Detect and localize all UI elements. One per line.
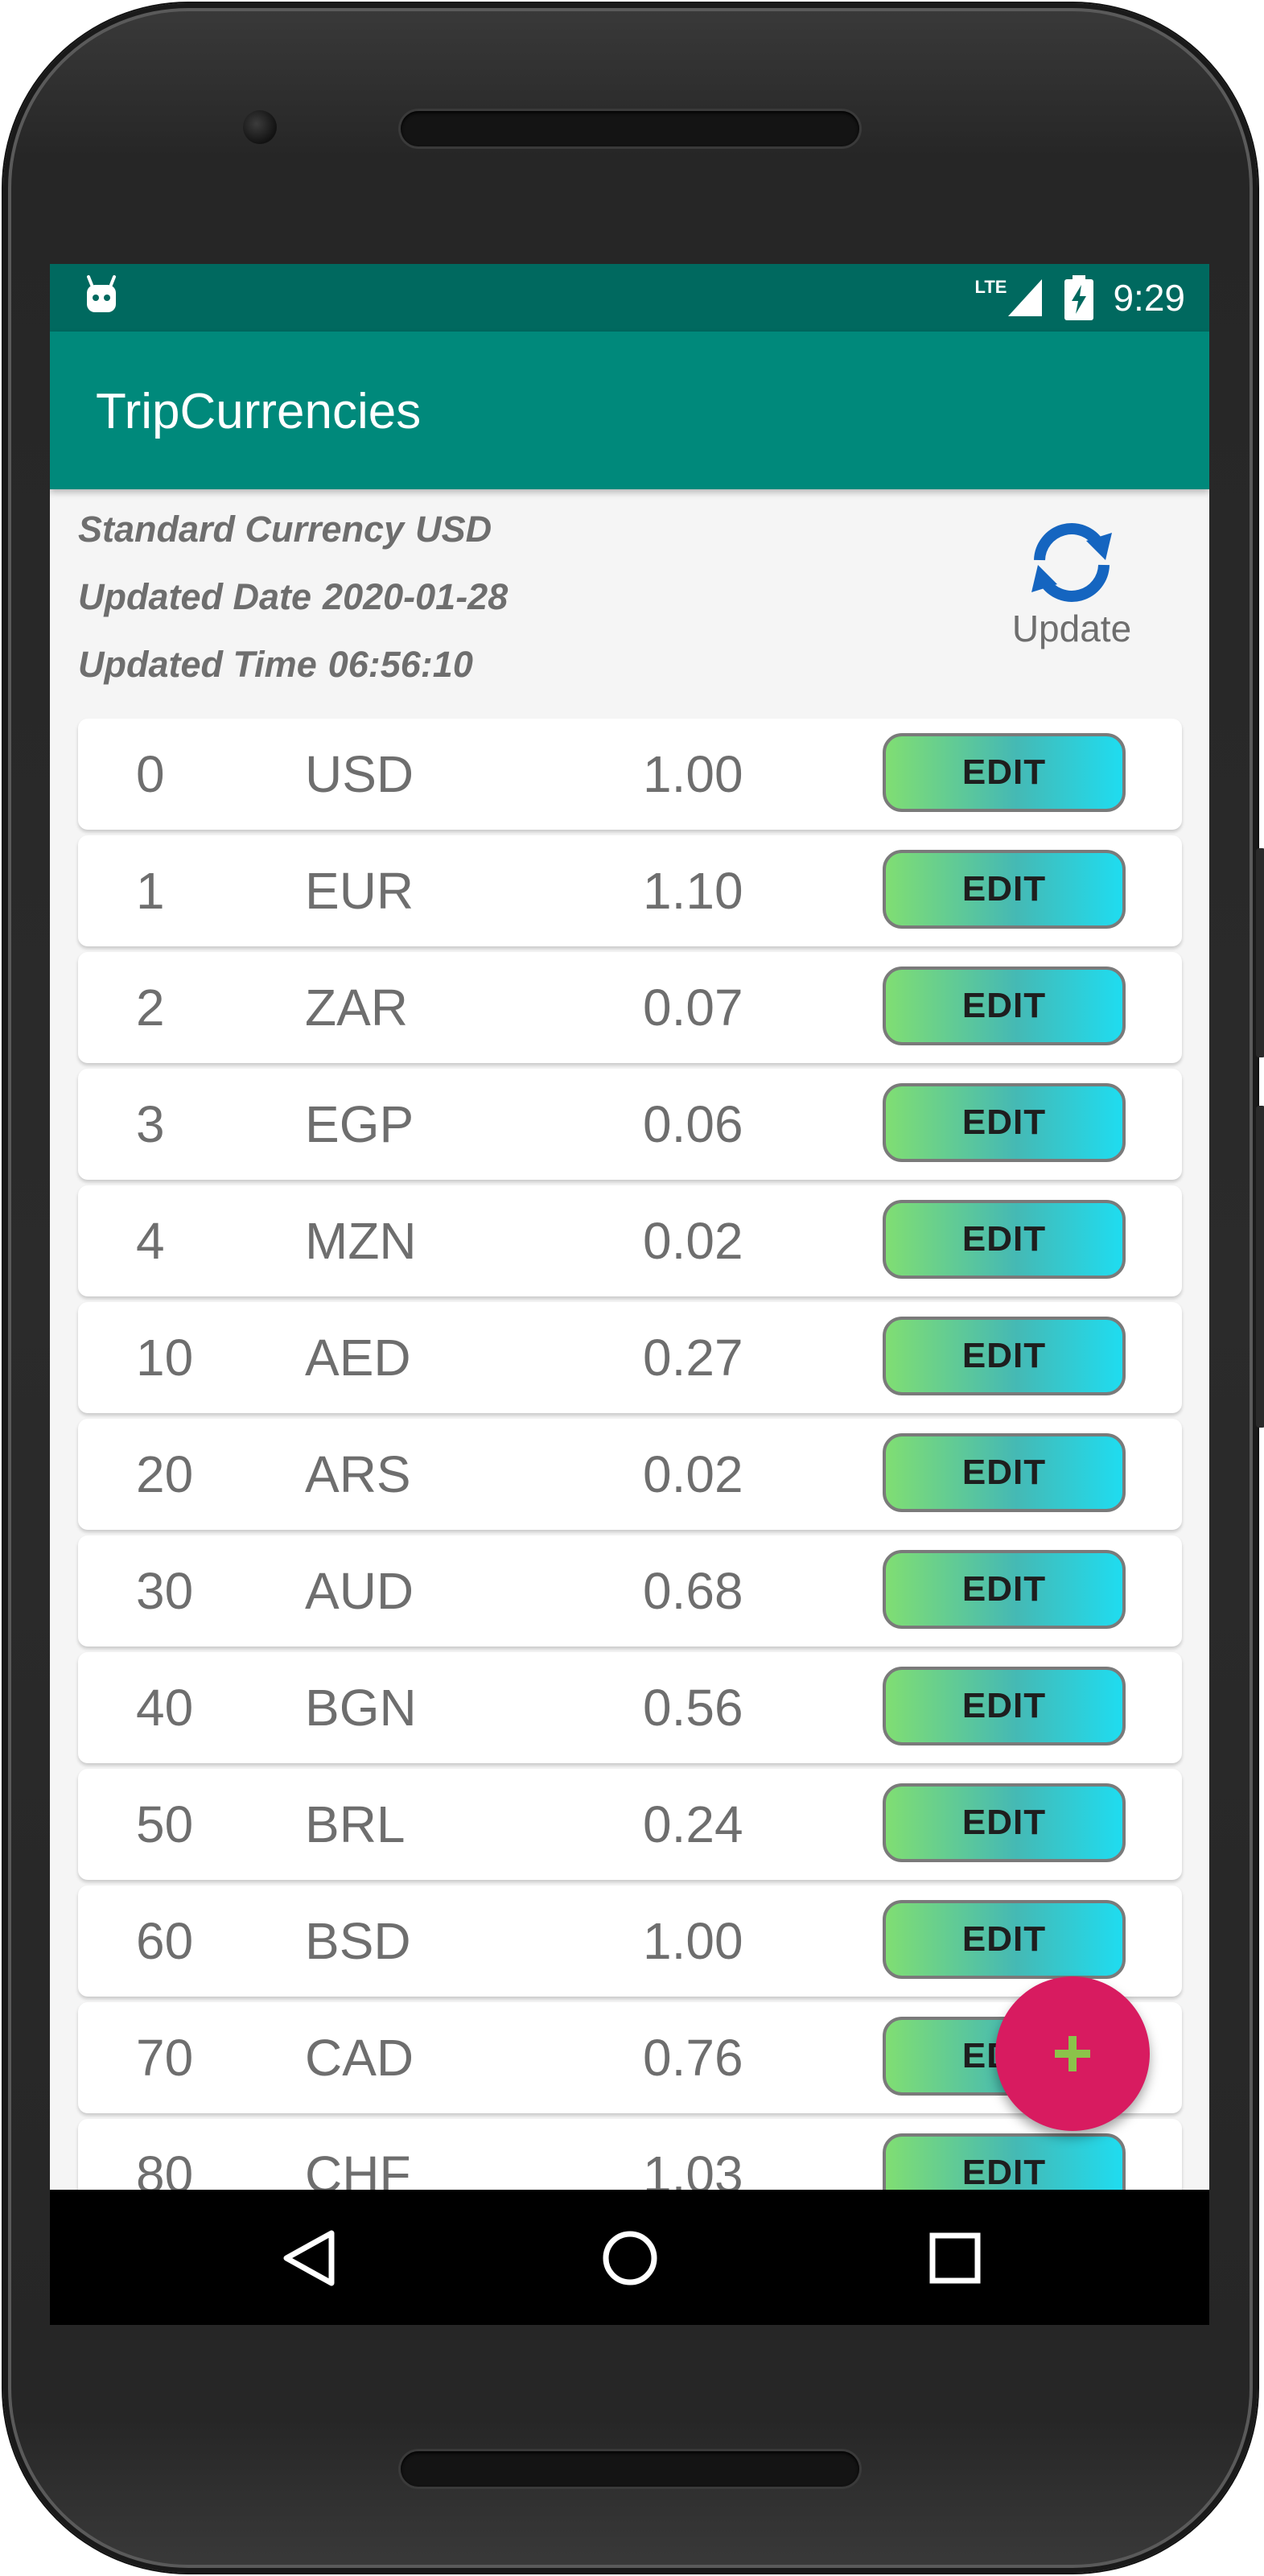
- currency-code: BRL: [305, 1795, 406, 1853]
- currency-row[interactable]: 1 EUR 1.10 EDIT: [78, 835, 1182, 946]
- currency-row[interactable]: 30 AUD 0.68 EDIT: [78, 1535, 1182, 1647]
- plus-icon: [1055, 2036, 1090, 2071]
- currency-row[interactable]: 40 BGN 0.56 EDIT: [78, 1652, 1182, 1763]
- currency-id: 30: [136, 1562, 194, 1620]
- currency-id: 1: [136, 862, 165, 920]
- currency-id: 70: [136, 2029, 194, 2087]
- currency-id: 4: [136, 1212, 165, 1270]
- currency-code: AUD: [305, 1562, 414, 1620]
- currency-row[interactable]: 2 ZAR 0.07 EDIT: [78, 952, 1182, 1063]
- currency-rate: 0.24: [643, 1795, 743, 1853]
- volume-button: [1256, 848, 1264, 1057]
- currency-rate: 0.76: [643, 2029, 743, 2087]
- bottom-speaker: [401, 2451, 859, 2487]
- currency-rate: 0.07: [643, 979, 743, 1037]
- currency-id: 2: [136, 979, 165, 1037]
- currency-rate: 0.02: [643, 1212, 743, 1270]
- currency-rate: 0.27: [643, 1329, 743, 1387]
- android-notification-icon: [87, 275, 116, 312]
- currency-row[interactable]: 20 ARS 0.02 EDIT: [78, 1419, 1182, 1530]
- standard-currency-value: USD: [415, 509, 492, 550]
- app-bar: TripCurrencies: [50, 332, 1209, 489]
- currency-code: CAD: [305, 2029, 414, 2087]
- currency-id: 0: [136, 745, 165, 803]
- currency-rate: 1.10: [643, 862, 743, 920]
- edit-button[interactable]: EDIT: [883, 850, 1126, 929]
- home-icon[interactable]: [594, 2222, 666, 2294]
- edit-button[interactable]: EDIT: [883, 1433, 1126, 1512]
- currency-rate: 1.00: [643, 745, 743, 803]
- updated-date-line: Updated Date 2020-01-28: [78, 576, 508, 618]
- standard-currency-line: Standard Currency USD: [78, 509, 492, 550]
- power-button: [1256, 1106, 1264, 1428]
- updated-date-label: Updated Date: [78, 576, 312, 617]
- currency-code: EGP: [305, 1095, 414, 1153]
- update-button[interactable]: Update: [983, 505, 1160, 674]
- currency-row[interactable]: 0 USD 1.00 EDIT: [78, 719, 1182, 830]
- edit-button[interactable]: EDIT: [883, 1200, 1126, 1279]
- edit-button[interactable]: EDIT: [883, 1317, 1126, 1395]
- currency-code: BSD: [305, 1912, 411, 1970]
- currency-row[interactable]: 3 EGP 0.06 EDIT: [78, 1069, 1182, 1180]
- currency-id: 60: [136, 1912, 194, 1970]
- edit-button[interactable]: EDIT: [883, 967, 1126, 1045]
- currency-rate: 0.56: [643, 1679, 743, 1737]
- battery-charging-icon: [1064, 275, 1094, 320]
- updated-time-label: Updated Time: [78, 644, 317, 685]
- app-screen: LTE 9:29 TripCurrencies Standard Currenc…: [50, 264, 1209, 2325]
- currency-row[interactable]: 10 AED 0.27 EDIT: [78, 1302, 1182, 1413]
- edit-button[interactable]: EDIT: [883, 733, 1126, 812]
- updated-time-line: Updated Time 06:56:10: [78, 644, 473, 686]
- edit-button[interactable]: EDIT: [883, 1550, 1126, 1629]
- currency-code: BGN: [305, 1679, 417, 1737]
- currency-id: 20: [136, 1445, 194, 1503]
- refresh-icon: [1031, 523, 1112, 602]
- currency-code: ZAR: [305, 979, 408, 1037]
- edit-button[interactable]: EDIT: [883, 1783, 1126, 1862]
- currency-row[interactable]: 50 BRL 0.24 EDIT: [78, 1769, 1182, 1880]
- currency-code: ARS: [305, 1445, 411, 1503]
- currency-code: MZN: [305, 1212, 417, 1270]
- currency-id: 50: [136, 1795, 194, 1853]
- updated-date-value: 2020-01-28: [323, 576, 508, 617]
- back-icon[interactable]: [274, 2222, 346, 2294]
- currency-id: 10: [136, 1329, 194, 1387]
- status-time: 9:29: [1113, 277, 1185, 319]
- status-bar: LTE 9:29: [50, 264, 1209, 332]
- signal-icon: [1008, 279, 1043, 316]
- currency-row[interactable]: 4 MZN 0.02 EDIT: [78, 1185, 1182, 1296]
- currency-code: EUR: [305, 862, 414, 920]
- currency-code: USD: [305, 745, 414, 803]
- edit-button[interactable]: EDIT: [883, 1083, 1126, 1162]
- lte-label: LTE: [974, 277, 1007, 297]
- navigation-bar: [50, 2190, 1209, 2325]
- currency-row[interactable]: 60 BSD 1.00 EDIT: [78, 1886, 1182, 1997]
- currency-rate: 1.00: [643, 1912, 743, 1970]
- currency-rate: 0.68: [643, 1562, 743, 1620]
- app-title: TripCurrencies: [96, 384, 422, 439]
- currency-code: AED: [305, 1329, 411, 1387]
- recents-icon[interactable]: [919, 2222, 991, 2294]
- currency-id: 3: [136, 1095, 165, 1153]
- updated-time-value: 06:56:10: [327, 644, 473, 685]
- update-label: Update: [1011, 608, 1132, 649]
- earpiece-speaker: [401, 111, 859, 146]
- currency-id: 40: [136, 1679, 194, 1737]
- standard-currency-label: Standard Currency: [78, 509, 405, 550]
- add-currency-fab[interactable]: [995, 1976, 1150, 2131]
- edit-button[interactable]: EDIT: [883, 1667, 1126, 1745]
- edit-button[interactable]: EDIT: [883, 1900, 1126, 1979]
- currency-rate: 0.02: [643, 1445, 743, 1503]
- currency-rate: 0.06: [643, 1095, 743, 1153]
- front-camera: [243, 110, 277, 144]
